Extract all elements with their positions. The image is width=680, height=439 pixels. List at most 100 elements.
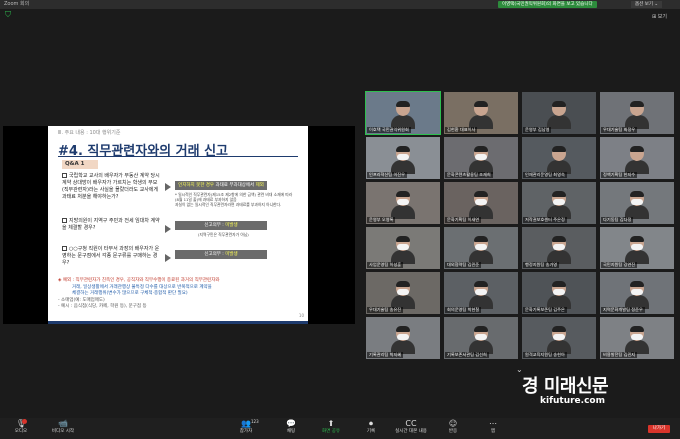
- participant-tile[interactable]: 문화기획팀 이새연: [444, 182, 518, 224]
- participant-video: [547, 101, 571, 129]
- participant-tile[interactable]: 인프라혁신팀 이진우: [366, 137, 440, 179]
- participant-tile[interactable]: 지역문화개발팀 정준우: [600, 272, 674, 314]
- watermark-url: kifuture.com: [540, 396, 605, 406]
- audio-button[interactable]: 🎙 오디오: [4, 419, 38, 435]
- participant-video: [391, 326, 415, 354]
- participant-tile[interactable]: 다기동팀 김다정: [600, 182, 674, 224]
- gallery-view-button[interactable]: ⊞ 보기: [652, 13, 667, 20]
- participant-name: 원격교육지원팀 송현아: [523, 352, 567, 358]
- participant-tile[interactable]: 문화기록보존팀 김주은: [522, 272, 596, 314]
- participant-tile[interactable]: 인재관리운영팀 최영숙: [522, 137, 596, 179]
- participant-name: 김현환 대표이사: [445, 127, 478, 133]
- question-1: 국립학교 교사의 배우자가 부동산 계약 당시 계약 상대방이 배우자가 가르치…: [62, 173, 160, 200]
- checkbox-icon: [62, 173, 67, 178]
- exception-note: ◈ 예외 : 직무관련자가 친족인 경우, 공직자와 직무수행이 종료된 과거의…: [58, 278, 220, 309]
- video-icon: 📹: [58, 419, 68, 428]
- record-icon: ⏺: [369, 419, 373, 428]
- slide-page-number: 10: [298, 313, 304, 318]
- chat-button[interactable]: 💬 채팅: [274, 419, 308, 435]
- shared-screen: Ⅲ. 주요 내용 : 10대 행위기준 #4. 직무관련자와의 거래 신고 Q&…: [3, 126, 355, 324]
- participant-tile[interactable]: 비용발전팀 김민지: [600, 317, 674, 359]
- meeting-topbar: ⛉ ⊞ 보기: [0, 9, 680, 23]
- participant-video: [625, 326, 649, 354]
- reactions-label: 반응: [448, 429, 458, 434]
- participant-video: [547, 326, 571, 354]
- participant-tile[interactable]: 기록보존서관팀 김선희: [444, 317, 518, 359]
- arrow-right-icon: [165, 183, 171, 191]
- participant-name: 기록관리팀 박지혜: [367, 352, 404, 358]
- participant-tile[interactable]: 운영부 김남영: [522, 92, 596, 134]
- participant-video: [391, 281, 415, 309]
- participant-count: 123: [251, 419, 259, 424]
- participant-video: [547, 146, 571, 174]
- participants-button[interactable]: 👥 참가자 123: [229, 419, 263, 435]
- participant-video: [625, 101, 649, 129]
- muted-badge-icon: [22, 419, 27, 424]
- arrow-right-icon: [165, 225, 171, 233]
- record-button[interactable]: ⏺ 기록: [354, 419, 388, 435]
- shield-icon[interactable]: ⛉: [5, 11, 12, 19]
- participant-tile[interactable]: 행정지원팀 송가영: [522, 227, 596, 269]
- participant-name: 정책기획팀 한지수: [601, 172, 638, 178]
- reactions-button[interactable]: ☺ 반응: [436, 419, 470, 435]
- chat-label: 채팅: [286, 429, 296, 434]
- live-transcript-label: 실시간 대본 내용: [395, 429, 427, 434]
- apps-button[interactable]: ⋯ 앱: [476, 419, 510, 435]
- participant-name: 다기동팀 김다정: [601, 217, 634, 223]
- participant-name: 우대기술팀 최정우: [601, 127, 638, 133]
- chat-icon: 💬: [286, 419, 296, 428]
- record-label: 기록: [366, 429, 376, 434]
- arrow-right-icon: [165, 254, 171, 262]
- participant-tile[interactable]: 문화콘텐츠활용팀 조재희: [444, 137, 518, 179]
- participant-name: 운영부 김남영: [523, 127, 552, 133]
- participant-tile[interactable]: 저작권보호센터 주은정: [522, 182, 596, 224]
- participant-video: [625, 236, 649, 264]
- participant-name: 비용발전팀 김민지: [601, 352, 638, 358]
- participant-name: 기록보존서관팀 김선희: [445, 352, 489, 358]
- participant-tile[interactable]: 우대기술팀 최정우: [600, 92, 674, 134]
- participant-name: 문화기록보존팀 김주은: [523, 307, 567, 313]
- share-screen-icon: ⬆: [327, 419, 335, 428]
- participant-video: [547, 191, 571, 219]
- answer-3: 신고의무 : 미발생: [175, 250, 267, 259]
- video-button[interactable]: 📹 비디오 시작: [46, 419, 80, 435]
- participant-tile[interactable]: 김현환 대표이사: [444, 92, 518, 134]
- publisher-watermark: 경 미래신문 kifuture.com: [520, 372, 680, 418]
- participant-tile[interactable]: 원격교육지원팀 송현아: [522, 317, 596, 359]
- participant-name: 이호택 국민권익위원회: [367, 127, 411, 133]
- participant-tile[interactable]: 운영부 오영록: [366, 182, 440, 224]
- live-transcript-button[interactable]: CC 실시간 대본 내용: [394, 419, 428, 435]
- participant-name: 인프라혁신팀 이진우: [367, 172, 408, 178]
- live-transcript-icon: CC: [405, 419, 417, 428]
- participant-name: 대외협력팀 김민준: [445, 262, 482, 268]
- participant-name: 국민지원팀 강연진: [601, 262, 638, 268]
- participant-tile[interactable]: 우대기술팀 송유진: [366, 272, 440, 314]
- leave-button[interactable]: 나가기: [648, 425, 670, 433]
- participant-tile[interactable]: 기록관리팀 박지혜: [366, 317, 440, 359]
- participant-video: [625, 191, 649, 219]
- participant-tile[interactable]: 사업운영팀 이성훈: [366, 227, 440, 269]
- participant-tile[interactable]: 국민지원팀 강연진: [600, 227, 674, 269]
- participant-name: 인재관리운영팀 최영숙: [523, 172, 567, 178]
- participant-name: 지역문화개발팀 정준우: [601, 307, 645, 313]
- participant-tile[interactable]: 이호택 국민권익위원회: [365, 91, 441, 135]
- slide-section: Ⅲ. 주요 내용 : 10대 행위기준: [58, 130, 121, 136]
- participant-video: [391, 146, 415, 174]
- share-screen-button[interactable]: ⬆ 화면 공유: [314, 419, 348, 435]
- participant-video: [469, 236, 493, 264]
- audio-label: 오디오: [14, 429, 28, 434]
- participant-video: [625, 281, 649, 309]
- participant-video: [469, 191, 493, 219]
- audio-icon: 🎙: [15, 419, 27, 428]
- view-options-button[interactable]: 옵션 보기 ⌄: [631, 1, 663, 8]
- participant-tile[interactable]: 회의운영팀 박현철: [444, 272, 518, 314]
- window-titlebar: Zoom 회의 이영택(국민권익위원회)의 화면을 보고 있습니다 옵션 보기 …: [0, 0, 680, 9]
- participant-name: 저작권보호센터 주은정: [523, 217, 567, 223]
- participant-tile[interactable]: 대외협력팀 김민준: [444, 227, 518, 269]
- participant-video: [547, 236, 571, 264]
- checkbox-icon: [62, 218, 67, 223]
- participant-video: [469, 281, 493, 309]
- question-3: ○○구청 직원이 타부서 과장의 배우자가 운영하는 문구점에서 각종 문구류를…: [62, 246, 160, 266]
- participant-name: 문화기획팀 이새연: [445, 217, 482, 223]
- participant-tile[interactable]: 정책기획팀 한지수: [600, 137, 674, 179]
